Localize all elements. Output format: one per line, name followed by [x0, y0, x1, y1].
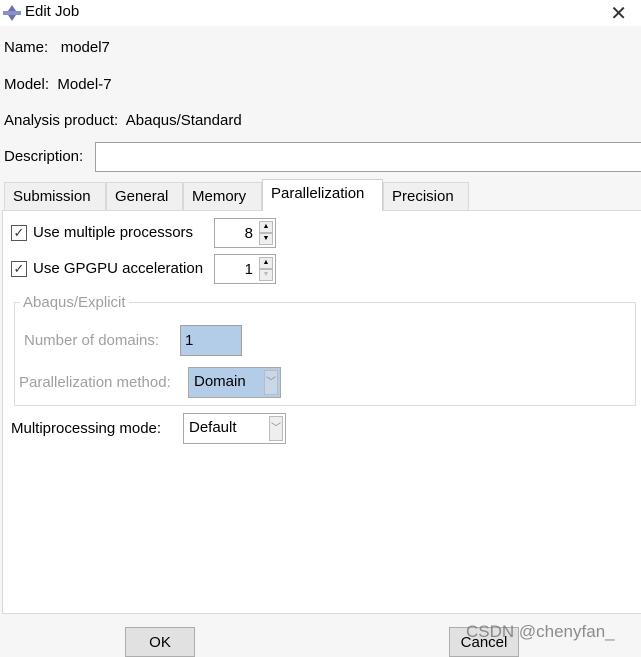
- name-label: Name:: [4, 39, 49, 56]
- description-label: Description:: [4, 148, 84, 165]
- description-input[interactable]: [95, 142, 641, 172]
- name-row: Name: model7: [4, 39, 110, 56]
- spin-up-icon[interactable]: ▲: [259, 257, 273, 269]
- product-value: Abaqus/Standard: [125, 112, 242, 129]
- method-value: Domain: [194, 373, 246, 390]
- gpgpu-spinner[interactable]: 1 ▲ ▼: [214, 254, 276, 284]
- model-value: Model-7: [57, 76, 112, 93]
- tab-submission[interactable]: Submission: [4, 182, 106, 210]
- domains-label: Number of domains:: [24, 332, 160, 349]
- chevron-down-icon: ﹀: [264, 370, 278, 395]
- close-icon[interactable]: ✕: [610, 1, 627, 26]
- tab-memory[interactable]: Memory: [183, 182, 262, 210]
- gpgpu-checkbox[interactable]: ✓: [11, 261, 27, 277]
- spin-down-icon[interactable]: ▼: [259, 269, 273, 281]
- spin-down-icon[interactable]: ▼: [259, 233, 273, 245]
- product-row: Analysis product: Abaqus/Standard: [4, 112, 242, 129]
- product-label: Analysis product:: [4, 112, 119, 129]
- watermark: CSDN @chenyfan_: [466, 622, 615, 641]
- window-title: Edit Job: [25, 3, 80, 20]
- method-label: Parallelization method:: [19, 374, 171, 391]
- title-bar: Edit Job ✕: [0, 0, 641, 26]
- ok-button[interactable]: OK: [125, 627, 195, 657]
- mode-label: Multiprocessing mode:: [11, 420, 162, 437]
- spin-up-icon[interactable]: ▲: [259, 221, 273, 233]
- tab-parallelization[interactable]: Parallelization: [262, 179, 383, 211]
- multi-proc-label: Use multiple processors: [33, 224, 194, 241]
- gpgpu-value: 1: [244, 261, 253, 278]
- gpgpu-label: Use GPGPU acceleration: [33, 260, 204, 277]
- mode-value: Default: [189, 419, 237, 436]
- domains-input[interactable]: 1: [180, 325, 242, 356]
- multi-proc-checkbox[interactable]: ✓: [11, 225, 27, 241]
- name-value: model7: [60, 39, 110, 56]
- tab-general[interactable]: General: [106, 182, 183, 210]
- tab-precision[interactable]: Precision: [383, 182, 469, 210]
- processors-value: 8: [244, 225, 253, 242]
- mode-select[interactable]: Default ﹀: [183, 413, 286, 444]
- method-select[interactable]: Domain ﹀: [188, 367, 281, 398]
- group-title: Abaqus/Explicit: [20, 294, 129, 311]
- abaqus-job-icon: [3, 5, 21, 21]
- processors-spinner[interactable]: 8 ▲ ▼: [214, 218, 276, 248]
- model-row: Model: Model-7: [4, 76, 112, 93]
- model-label: Model:: [4, 76, 50, 93]
- chevron-down-icon: ﹀: [269, 416, 283, 441]
